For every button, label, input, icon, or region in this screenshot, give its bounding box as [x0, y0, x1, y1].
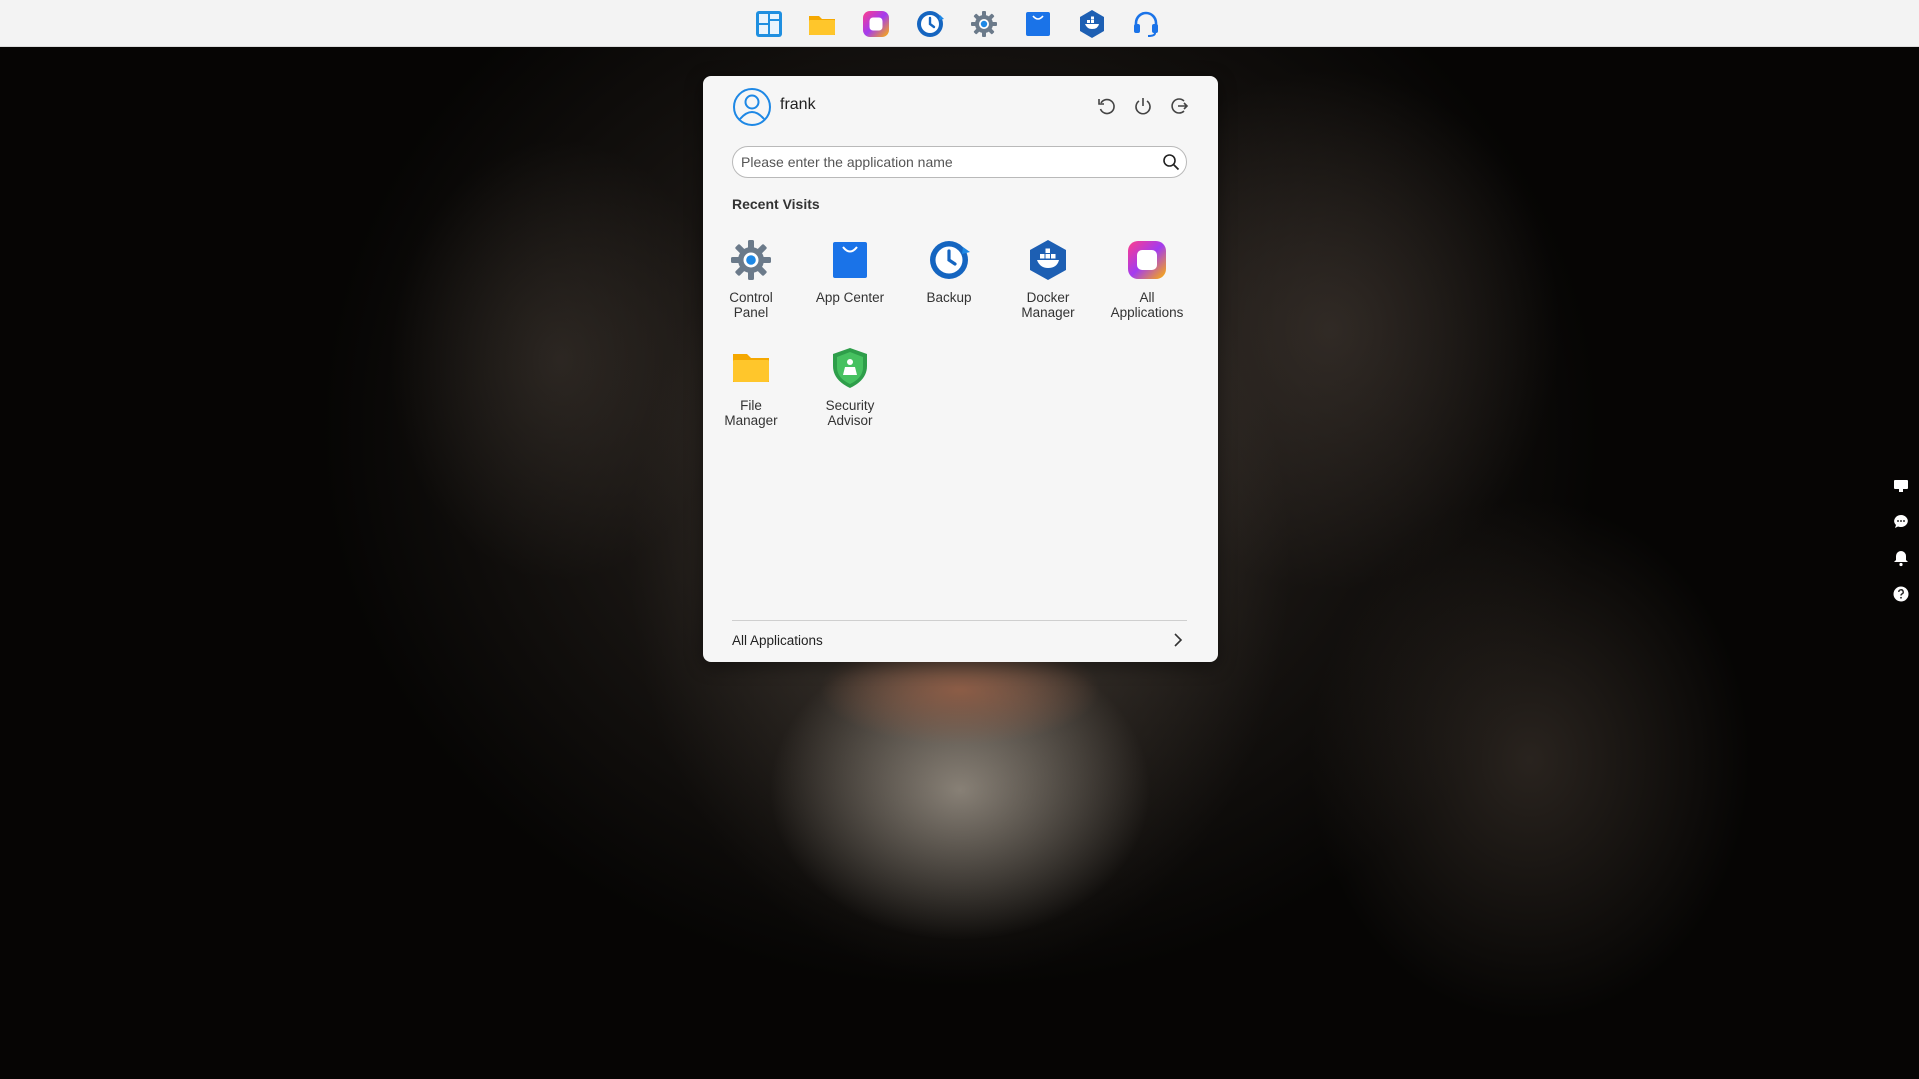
app-label: All Applications: [1110, 290, 1184, 320]
grid-square-icon: [1125, 238, 1169, 282]
app-control-panel[interactable]: Control Panel: [703, 238, 799, 320]
app-security-advisor[interactable]: Security Advisor: [802, 346, 898, 428]
search-input[interactable]: [733, 147, 1141, 177]
app-label: Docker Manager: [1021, 290, 1075, 320]
divider: [732, 620, 1187, 621]
file-manager-icon[interactable]: [807, 9, 837, 39]
docker-icon[interactable]: [1077, 9, 1107, 39]
shield-icon: [828, 346, 872, 390]
restart-icon[interactable]: [1096, 95, 1118, 117]
user-avatar-icon[interactable]: [732, 87, 772, 127]
recent-visits-title: Recent Visits: [732, 196, 820, 212]
help-icon[interactable]: [1892, 585, 1910, 603]
logout-icon[interactable]: [1168, 95, 1190, 117]
power-icon[interactable]: [1132, 95, 1154, 117]
shopping-bag-icon: [828, 238, 872, 282]
chat-icon[interactable]: [1892, 513, 1910, 531]
clock-icon: [927, 238, 971, 282]
app-all-applications[interactable]: All Applications: [1099, 238, 1195, 320]
gear-icon: [729, 238, 773, 282]
start-menu-panel: frank Recent Visits Control Panel App Ce…: [703, 76, 1218, 662]
control-panel-icon[interactable]: [969, 9, 999, 39]
launcher-icon[interactable]: [754, 9, 784, 39]
folder-icon: [729, 346, 773, 390]
bell-icon[interactable]: [1892, 549, 1910, 567]
search-box: [732, 146, 1187, 178]
app-docker-manager[interactable]: Docker Manager: [1000, 238, 1096, 320]
chevron-right-icon: [1169, 631, 1187, 649]
app-label: App Center: [815, 290, 885, 305]
screen-icon[interactable]: [1892, 477, 1910, 495]
app-label: Backup: [926, 290, 972, 305]
app-label: Control Panel: [729, 290, 773, 320]
backup-icon[interactable]: [915, 9, 945, 39]
app-file-manager[interactable]: File Manager: [703, 346, 799, 428]
username: frank: [780, 96, 816, 113]
all-applications-link[interactable]: All Applications: [732, 629, 1187, 653]
app-label: File Manager: [724, 398, 778, 428]
app-backup[interactable]: Backup: [901, 238, 997, 305]
app-label: Security Advisor: [825, 398, 875, 428]
all-applications-label: All Applications: [732, 633, 823, 648]
search-icon[interactable]: [1162, 153, 1180, 171]
docker-whale-icon: [1026, 238, 1070, 282]
app-app-center[interactable]: App Center: [802, 238, 898, 305]
support-headset-icon[interactable]: [1131, 9, 1161, 39]
all-applications-icon[interactable]: [861, 9, 891, 39]
app-center-icon[interactable]: [1023, 9, 1053, 39]
taskbar: [0, 0, 1919, 47]
